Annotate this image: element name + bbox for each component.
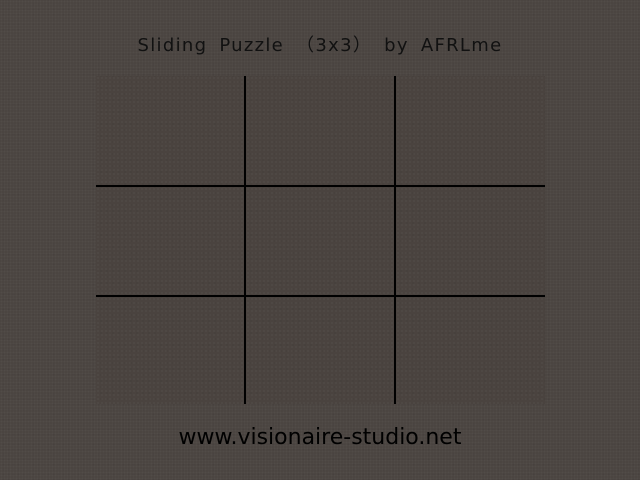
puzzle-tile-8[interactable] bbox=[246, 297, 394, 404]
puzzle-tile-2[interactable] bbox=[246, 76, 394, 185]
puzzle-tile-3[interactable] bbox=[396, 76, 545, 185]
puzzle-board bbox=[96, 76, 545, 404]
game-title: Sliding Puzzle （3x3） by AFRLme bbox=[137, 35, 503, 56]
puzzle-tile-7[interactable] bbox=[96, 297, 244, 404]
grid-line-vertical-1 bbox=[244, 76, 246, 404]
puzzle-tile-9[interactable] bbox=[396, 297, 545, 404]
grid-line-horizontal-1 bbox=[96, 185, 545, 187]
website-link[interactable]: www.visionaire-studio.net bbox=[0, 425, 640, 450]
grid-line-horizontal-2 bbox=[96, 295, 545, 297]
puzzle-tile-6[interactable] bbox=[396, 187, 545, 295]
puzzle-tile-1[interactable] bbox=[96, 76, 244, 185]
puzzle-tile-5[interactable] bbox=[246, 187, 394, 295]
grid-line-vertical-2 bbox=[394, 76, 396, 404]
puzzle-tile-4[interactable] bbox=[96, 187, 244, 295]
